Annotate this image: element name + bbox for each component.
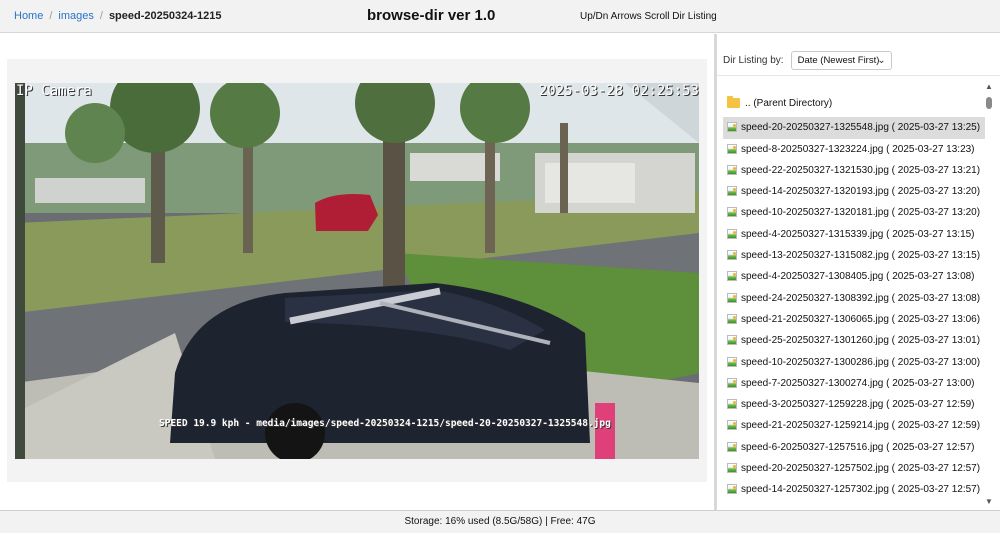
file-list-item[interactable]: speed-14-20250327-1320193.jpg ( 2025-03-… (723, 181, 985, 202)
image-file-icon (727, 164, 737, 175)
image-file-icon (727, 399, 737, 410)
storage-status: Storage: 16% used (8.5G/58G) | Free: 47G (404, 516, 596, 527)
file-list-item[interactable]: speed-4-20250327-1308405.jpg ( 2025-03-2… (723, 266, 985, 287)
image-file-icon (727, 292, 737, 303)
file-list-item[interactable]: speed-25-20250327-1301260.jpg ( 2025-03-… (723, 330, 985, 351)
file-list-item[interactable]: speed-22-20250327-1321530.jpg ( 2025-03-… (723, 160, 985, 181)
file-name-label: speed-14-20250327-1257302.jpg ( 2025-03-… (741, 484, 981, 496)
camera-name-overlay: IP Camera (16, 83, 92, 99)
divider (717, 75, 1000, 76)
image-file-icon (727, 143, 737, 154)
file-name-label: speed-6-20250327-1257516.jpg ( 2025-03-2… (741, 441, 975, 453)
file-name-label: speed-7-20250327-1300274.jpg ( 2025-03-2… (741, 377, 975, 389)
file-name-label: speed-20-20250327-1325548.jpg ( 2025-03-… (741, 122, 981, 134)
keyboard-hint: Up/Dn Arrows Scroll Dir Listing (580, 11, 717, 22)
file-list-item[interactable]: speed-24-20250327-1308392.jpg ( 2025-03-… (723, 288, 985, 309)
breadcrumb-current: speed-20250324-1215 (108, 10, 222, 22)
scroll-up-arrow-icon[interactable]: ▲ (985, 82, 993, 91)
image-viewer: IP Camera 2025-03-28 02:25:53 SPEED 19.9… (0, 34, 714, 510)
scrollbar-thumb[interactable] (986, 97, 992, 109)
breadcrumb-separator: / (99, 10, 103, 22)
image-file-icon (727, 484, 737, 495)
sort-select-value: Date (Newest First) (797, 55, 880, 66)
camera-scene-image (15, 83, 699, 459)
sort-label: Dir Listing by: (723, 55, 784, 66)
file-name-label: speed-3-20250327-1259228.jpg ( 2025-03-2… (741, 399, 975, 411)
sort-select[interactable]: Date (Newest First) ⌄ (790, 51, 892, 70)
file-list-item[interactable]: speed-10-20250327-1320181.jpg ( 2025-03-… (723, 202, 985, 223)
image-file-icon (727, 186, 737, 197)
file-name-label: speed-14-20250327-1320193.jpg ( 2025-03-… (741, 186, 981, 198)
file-list-item[interactable]: speed-7-20250327-1300274.jpg ( 2025-03-2… (723, 373, 985, 394)
file-name-label: speed-21-20250327-1259214.jpg ( 2025-03-… (741, 420, 981, 432)
file-list-item[interactable]: speed-21-20250327-1306065.jpg ( 2025-03-… (723, 309, 985, 330)
image-file-icon (727, 463, 737, 474)
file-list-item[interactable]: speed-6-20250327-1257516.jpg ( 2025-03-2… (723, 437, 985, 458)
image-file-icon (727, 250, 737, 261)
file-name-label: speed-24-20250327-1308392.jpg ( 2025-03-… (741, 292, 981, 304)
chevron-down-icon: ⌄ (877, 55, 886, 66)
camera-timestamp-overlay: 2025-03-28 02:25:53 (538, 83, 699, 99)
image-file-icon (727, 356, 737, 367)
file-name-label: speed-8-20250327-1323224.jpg ( 2025-03-2… (741, 143, 975, 155)
folder-icon (727, 96, 740, 108)
file-list-item[interactable]: speed-3-20250327-1259228.jpg ( 2025-03-2… (723, 394, 985, 415)
breadcrumb-home-link[interactable]: Home (14, 10, 43, 22)
parent-directory-label: .. (Parent Directory) (745, 98, 833, 109)
scroll-down-arrow-icon[interactable]: ▼ (985, 497, 993, 506)
file-name-label: speed-4-20250327-1315339.jpg ( 2025-03-2… (741, 228, 975, 240)
file-name-label: speed-22-20250327-1321530.jpg ( 2025-03-… (741, 164, 981, 176)
file-list-item[interactable]: speed-4-20250327-1315339.jpg ( 2025-03-2… (723, 224, 985, 245)
file-list-item[interactable]: speed-21-20250327-1259214.jpg ( 2025-03-… (723, 415, 985, 436)
file-list-item[interactable]: speed-8-20250327-1323224.jpg ( 2025-03-2… (723, 139, 985, 160)
page-title: browse-dir ver 1.0 (367, 7, 496, 24)
status-footer: Storage: 16% used (8.5G/58G) | Free: 47G (0, 510, 1000, 533)
file-name-label: speed-25-20250327-1301260.jpg ( 2025-03-… (741, 335, 981, 347)
image-file-icon (727, 228, 737, 239)
file-name-label: speed-20-20250327-1257502.jpg ( 2025-03-… (741, 463, 981, 475)
file-name-label: speed-10-20250327-1300286.jpg ( 2025-03-… (741, 356, 981, 368)
parent-directory-link[interactable]: .. (Parent Directory) (723, 93, 985, 114)
file-name-label: speed-10-20250327-1320181.jpg ( 2025-03-… (741, 207, 981, 219)
breadcrumb: Home / images / speed-20250324-1215 (14, 10, 221, 22)
file-name-label: speed-21-20250327-1306065.jpg ( 2025-03-… (741, 313, 981, 325)
image-file-icon (727, 441, 737, 452)
speed-caption-overlay: SPEED 19.9 kph - media/images/speed-2025… (159, 418, 611, 429)
file-name-label: speed-13-20250327-1315082.jpg ( 2025-03-… (741, 250, 981, 262)
breadcrumb-separator: / (49, 10, 53, 22)
file-list-item[interactable]: speed-13-20250327-1315082.jpg ( 2025-03-… (723, 245, 985, 266)
image-file-icon (727, 377, 737, 388)
file-list-item[interactable]: speed-10-20250327-1300286.jpg ( 2025-03-… (723, 352, 985, 373)
image-file-icon (727, 420, 737, 431)
file-list: .. (Parent Directory) speed-20-20250327-… (723, 93, 985, 501)
image-file-icon (727, 122, 737, 133)
image-file-icon (727, 313, 737, 324)
file-name-label: speed-4-20250327-1308405.jpg ( 2025-03-2… (741, 271, 975, 283)
file-list-item[interactable]: speed-20-20250327-1325548.jpg ( 2025-03-… (723, 117, 985, 139)
photo-frame: IP Camera 2025-03-28 02:25:53 SPEED 19.9… (7, 59, 707, 482)
image-file-icon (727, 335, 737, 346)
sort-control: Dir Listing by: Date (Newest First) ⌄ (723, 51, 892, 71)
app-header: Home / images / speed-20250324-1215 browse-d… (0, 0, 1000, 33)
file-list-item[interactable]: speed-20-20250327-1257502.jpg ( 2025-03-… (723, 458, 985, 479)
dir-listing-panel: Dir Listing by: Date (Newest First) ⌄ .. (… (717, 34, 1000, 510)
camera-photo[interactable]: IP Camera 2025-03-28 02:25:53 SPEED 19.9… (15, 83, 699, 459)
file-list-item[interactable]: speed-14-20250327-1257302.jpg ( 2025-03-… (723, 479, 985, 500)
image-file-icon (727, 207, 737, 218)
list-scrollbar[interactable]: ▲ ▼ (983, 82, 995, 506)
breadcrumb-images-link[interactable]: images (58, 10, 93, 22)
image-file-icon (727, 271, 737, 282)
